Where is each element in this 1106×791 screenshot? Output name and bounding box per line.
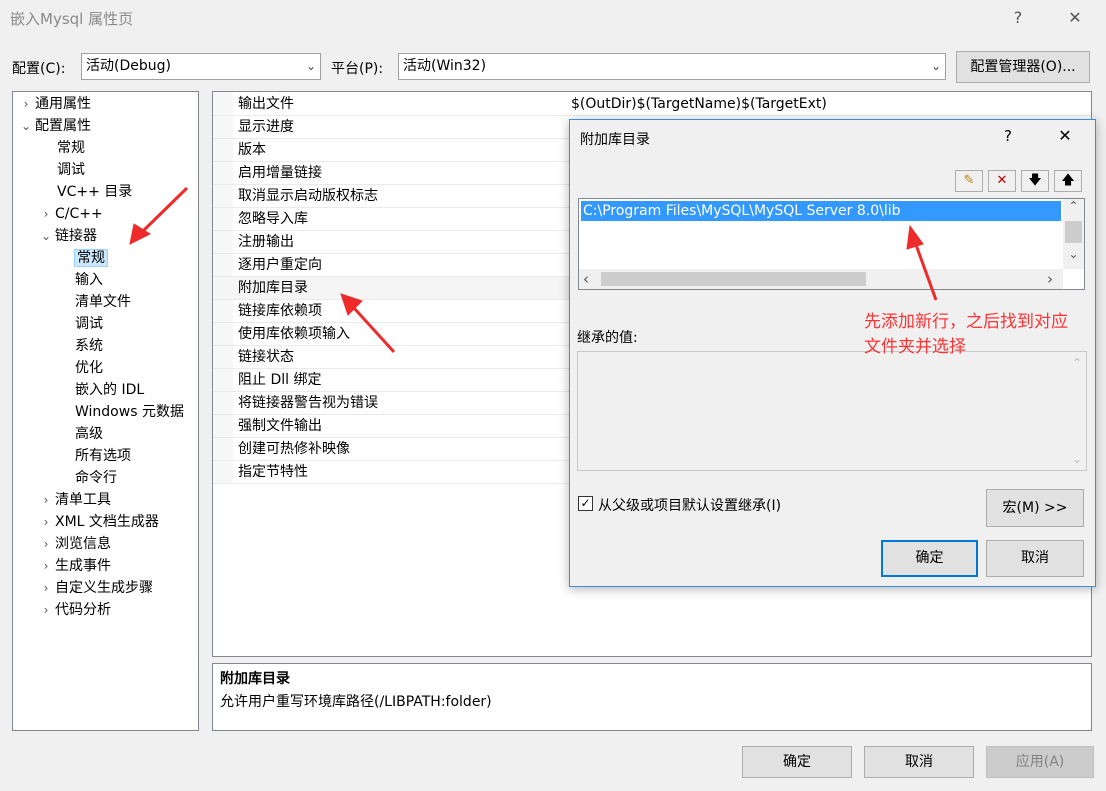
arrow-to-entry [906, 224, 938, 301]
arrow-to-linker [129, 186, 189, 245]
annotation-arrows [129, 186, 938, 354]
arrow-to-libdir [340, 293, 396, 354]
